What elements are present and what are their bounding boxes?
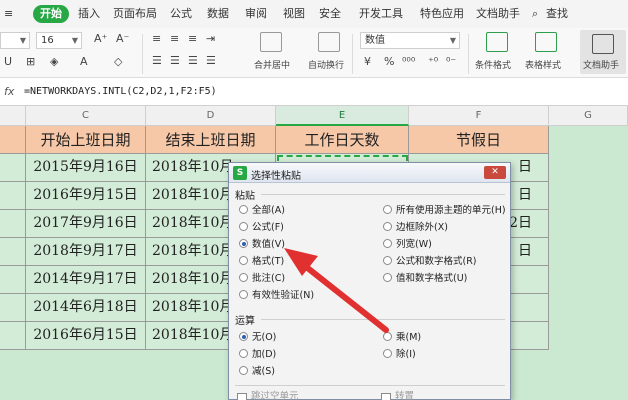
arrow-shaft: [297, 259, 389, 333]
annotation-arrow: [284, 248, 389, 333]
